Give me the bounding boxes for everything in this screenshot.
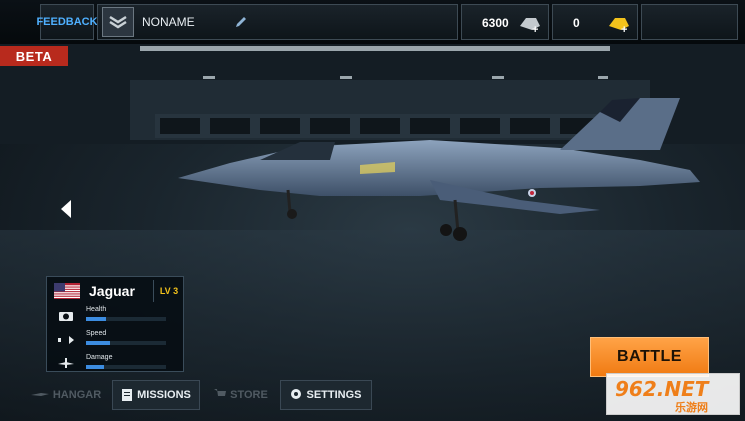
health-label: Health (86, 306, 107, 313)
top-bar-empty-slot (641, 4, 738, 40)
tab-store-label: STORE (230, 389, 268, 401)
us-flag-icon (54, 283, 80, 299)
top-bar: FEEDBACK NONAME 6300 + 0 + (0, 0, 745, 44)
tab-missions-label: MISSIONS (137, 389, 191, 401)
damage-label: Damage (86, 354, 113, 361)
aircraft-name: Jaguar (89, 283, 135, 299)
watermark-main: 962.NET (615, 377, 709, 401)
speed-icon (58, 336, 74, 344)
feedback-button[interactable]: FEEDBACK (36, 4, 98, 40)
player-profile[interactable]: NONAME (97, 4, 458, 40)
tab-hangar-label: HANGAR (52, 389, 102, 401)
svg-text:+: + (621, 24, 627, 34)
gold-currency[interactable]: 0 + (552, 4, 638, 40)
clipboard-icon (121, 387, 133, 404)
health-bar (86, 317, 166, 321)
tab-hangar[interactable]: HANGAR (26, 380, 106, 410)
gear-icon (290, 388, 302, 403)
gold-amount: 0 (573, 16, 580, 30)
health-icon (59, 312, 73, 321)
tab-missions[interactable]: MISSIONS (112, 380, 200, 410)
previous-aircraft-arrow-icon[interactable] (59, 198, 75, 220)
speed-bar (86, 341, 166, 345)
damage-icon (58, 358, 74, 368)
game-scene: FEEDBACK NONAME 6300 + 0 + BETA Jaguar L… (0, 0, 745, 421)
aircraft-info-panel: Jaguar LV 3 Health Speed Damage (46, 276, 184, 372)
tab-settings[interactable]: SETTINGS (280, 380, 372, 410)
aircraft-level: LV 3 (153, 280, 184, 302)
bottom-nav: HANGAR MISSIONS STORE SETTINGS (0, 378, 400, 412)
cart-icon (214, 388, 227, 403)
player-name: NONAME (142, 15, 195, 29)
damage-bar (86, 365, 166, 369)
site-watermark: 962.NET 乐游网 (606, 373, 740, 415)
battle-button[interactable]: BATTLE (590, 337, 709, 377)
gold-add-icon[interactable]: + (607, 12, 631, 37)
beta-badge: BETA (0, 46, 68, 66)
silver-add-icon[interactable]: + (518, 12, 542, 37)
jet-icon (30, 389, 49, 402)
tab-settings-label: SETTINGS (306, 389, 362, 401)
speed-label: Speed (86, 330, 107, 337)
silver-currency[interactable]: 6300 + (461, 4, 549, 40)
watermark-sub: 乐游网 (675, 402, 708, 414)
svg-text:+: + (532, 24, 538, 34)
rank-chevron-icon (102, 7, 134, 37)
silver-amount: 6300 (482, 16, 509, 30)
pencil-icon[interactable] (234, 15, 248, 34)
tab-store[interactable]: STORE (206, 380, 276, 410)
